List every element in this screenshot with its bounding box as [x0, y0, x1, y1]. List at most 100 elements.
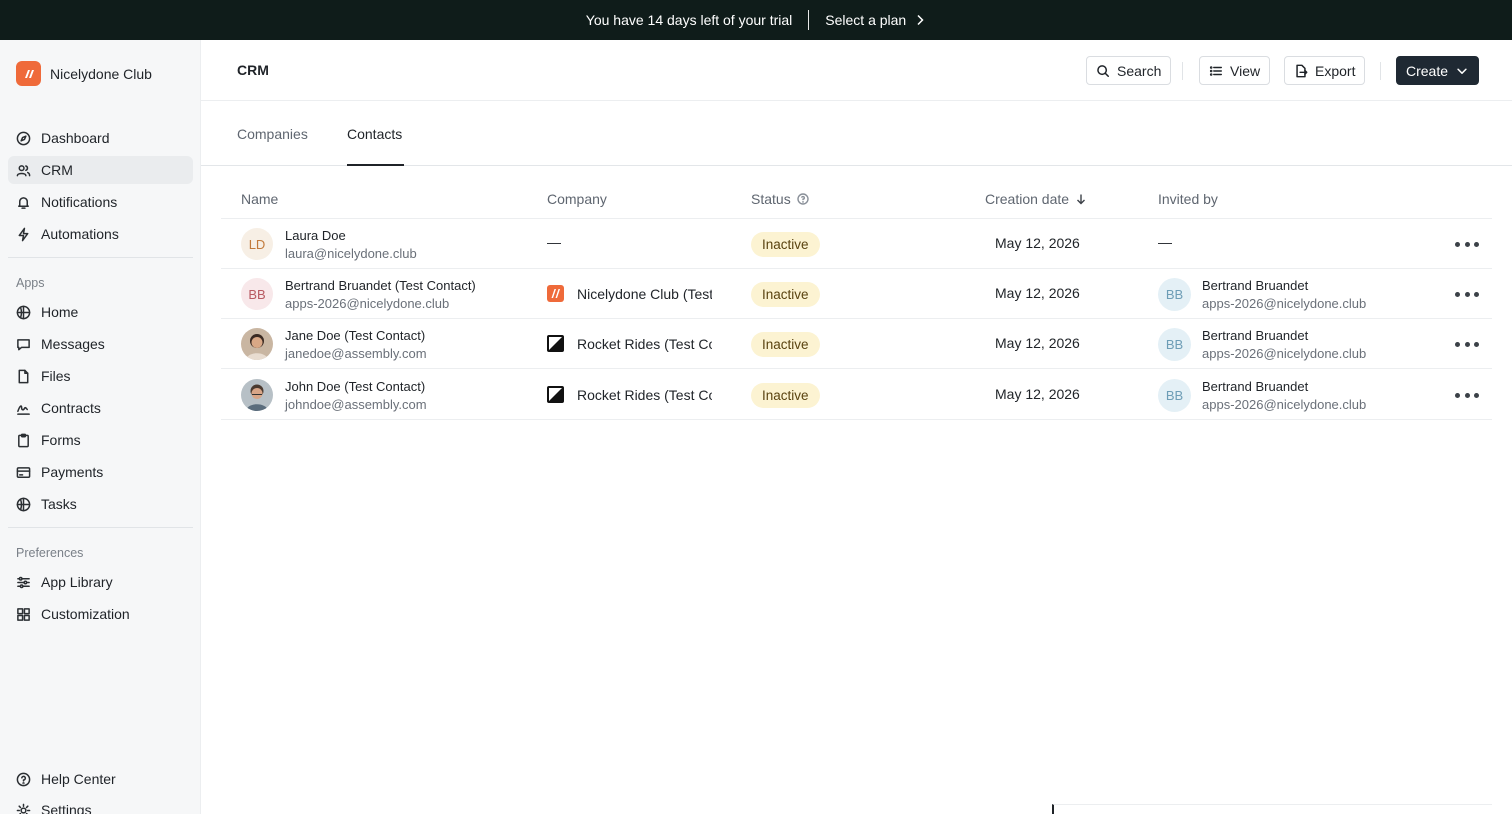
globe-icon: [16, 497, 31, 511]
page-title: CRM: [237, 62, 269, 78]
org-name: Nicelydone Club: [50, 65, 152, 82]
view-button[interactable]: View: [1199, 56, 1271, 85]
company-cell[interactable]: Rocket Rides (Test Co: [547, 335, 712, 352]
company-name: Rocket Rides (Test Co: [577, 386, 712, 403]
gear-icon: [16, 803, 31, 814]
invited-by-cell: Bertrand Bruandet apps-2026@nicelydone.c…: [1202, 277, 1366, 313]
sidebar-item-settings[interactable]: Settings: [8, 796, 193, 814]
sidebar-item-app-library[interactable]: App Library: [8, 568, 193, 596]
invited-by-empty: —: [1158, 234, 1172, 250]
column-header-company[interactable]: Company: [547, 191, 607, 207]
company-cell[interactable]: Nicelydone Club (Test: [547, 285, 712, 302]
info-icon[interactable]: [797, 193, 809, 205]
row-actions-button[interactable]: [1455, 335, 1479, 353]
column-header-status[interactable]: Status: [751, 191, 809, 207]
tab-companies[interactable]: Companies: [237, 126, 308, 142]
table-row[interactable]: LD Laura Doe laura@nicelydone.club — Ina…: [221, 219, 1492, 269]
contact-cell: Bertrand Bruandet (Test Contact) apps-20…: [285, 277, 476, 313]
clipboard-icon: [18, 433, 29, 447]
header-divider: [1380, 62, 1381, 80]
sidebar-item-tasks[interactable]: Tasks: [8, 490, 193, 518]
sidebar-item-automations[interactable]: Automations: [8, 220, 193, 248]
creation-date: May 12, 2026: [995, 335, 1080, 351]
help-icon: [16, 772, 31, 786]
sidebar-item-crm[interactable]: CRM: [8, 156, 193, 184]
invited-by-avatar: BB: [1158, 278, 1191, 311]
export-label: Export: [1315, 62, 1356, 79]
column-header-invited-by[interactable]: Invited by: [1158, 191, 1218, 207]
company-logo-icon: [547, 285, 564, 302]
table-row[interactable]: Jane Doe (Test Contact) janedoe@assembly…: [221, 319, 1492, 369]
globe-icon: [16, 305, 31, 319]
table-row[interactable]: John Doe (Test Contact) johndoe@assembly…: [221, 370, 1492, 420]
column-header-creation-date[interactable]: Creation date: [985, 191, 1087, 207]
avatar: LD: [241, 228, 273, 260]
sidebar-item-label: Settings: [41, 802, 92, 814]
sidebar-item-label: Tasks: [41, 496, 77, 512]
row-actions-button[interactable]: [1455, 386, 1479, 404]
company-name: Rocket Rides (Test Co: [577, 335, 712, 352]
arrow-down-icon: [1077, 194, 1086, 205]
sidebar-item-label: Messages: [41, 336, 105, 352]
header-divider: [1182, 62, 1183, 80]
company-cell[interactable]: Rocket Rides (Test Co: [547, 386, 712, 403]
column-header-name[interactable]: Name: [241, 191, 278, 207]
create-button[interactable]: Create: [1396, 56, 1480, 85]
sidebar-item-payments[interactable]: Payments: [8, 458, 193, 486]
sidebar-item-label: Dashboard: [41, 130, 110, 146]
contact-cell: Jane Doe (Test Contact) janedoe@assembly…: [285, 327, 427, 363]
invited-by-cell: Bertrand Bruandet apps-2026@nicelydone.c…: [1202, 378, 1366, 414]
contact-name: Bertrand Bruandet (Test Contact): [285, 278, 476, 293]
view-label: View: [1230, 62, 1261, 79]
apps-section-label: Apps: [16, 276, 45, 290]
org-switcher[interactable]: Nicelydone Club: [16, 61, 152, 86]
search-button[interactable]: Search: [1086, 56, 1172, 85]
rocket-rides-logo-icon: [547, 386, 564, 403]
search-icon: [1097, 64, 1109, 77]
chevron-down-icon: [1457, 68, 1467, 74]
sidebar-item-contracts[interactable]: Contracts: [8, 394, 193, 422]
sidebar-item-notifications[interactable]: Notifications: [8, 188, 193, 216]
banner-divider: [808, 10, 810, 30]
sidebar-item-label: Help Center: [41, 771, 116, 787]
sidebar-item-customization[interactable]: Customization: [8, 600, 193, 628]
signature-icon: [17, 404, 30, 415]
sidebar-item-label: Contracts: [41, 400, 101, 416]
org-logo: [16, 61, 41, 86]
status-badge: Inactive: [751, 282, 820, 307]
sidebar-item-help-center[interactable]: Help Center: [8, 765, 193, 793]
contact-email: laura@nicelydone.club: [285, 246, 417, 261]
grid-icon: [17, 607, 30, 621]
select-plan-link[interactable]: Select a plan: [825, 12, 926, 28]
sidebar-item-messages[interactable]: Messages: [8, 330, 193, 358]
invited-by-avatar: BB: [1158, 379, 1191, 412]
chevron-right-icon: [917, 14, 924, 26]
message-icon: [17, 338, 30, 350]
sidebar-item-forms[interactable]: Forms: [8, 426, 193, 454]
sidebar-item-label: Files: [41, 368, 71, 384]
rocket-rides-logo-icon: [547, 335, 564, 352]
bolt-icon: [18, 227, 29, 241]
table-row[interactable]: BB Bertrand Bruandet (Test Contact) apps…: [221, 269, 1492, 319]
contact-cell: John Doe (Test Contact) johndoe@assembly…: [285, 378, 427, 414]
page-header: CRM Search View Export Create: [201, 40, 1512, 101]
invited-by-name: Bertrand Bruandet: [1202, 278, 1309, 293]
users-icon: [16, 164, 31, 176]
trial-text: You have 14 days left of your trial: [585, 12, 793, 28]
tab-contacts[interactable]: Contacts: [347, 126, 402, 142]
sidebar-item-dashboard[interactable]: Dashboard: [8, 124, 193, 152]
export-button[interactable]: Export: [1284, 56, 1366, 85]
creation-date: May 12, 2026: [995, 235, 1080, 251]
trial-banner: You have 14 days left of your trial Sele…: [0, 0, 1512, 40]
contact-cell: Laura Doe laura@nicelydone.club: [285, 227, 417, 263]
contact-name: John Doe (Test Contact): [285, 379, 426, 394]
sidebar-item-label: CRM: [41, 162, 73, 178]
row-actions-button[interactable]: [1455, 285, 1479, 303]
row-actions-button[interactable]: [1455, 235, 1479, 253]
sidebar-item-files[interactable]: Files: [8, 362, 193, 390]
contact-email: apps-2026@nicelydone.club: [285, 296, 450, 311]
sidebar-item-home[interactable]: Home: [8, 298, 193, 326]
contact-email: janedoe@assembly.com: [285, 346, 427, 361]
contact-email: johndoe@assembly.com: [285, 397, 427, 412]
floating-panel-edge: [1052, 804, 1492, 814]
